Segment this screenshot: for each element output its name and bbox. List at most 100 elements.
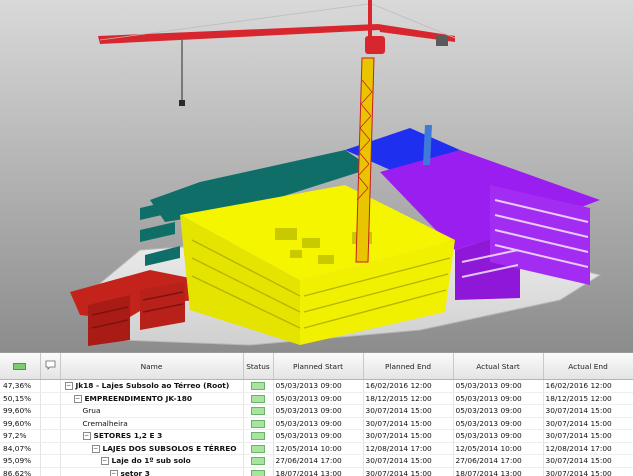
building-model-render	[0, 0, 633, 352]
actual-end-cell: 12/08/2014 17:00	[543, 442, 633, 455]
task-name-cell[interactable]: Cremalheira	[60, 417, 243, 430]
planned-start-cell: 05/03/2013 09:00	[273, 392, 363, 405]
actual-start-cell: 27/06/2014 17:00	[453, 455, 543, 468]
column-header-name[interactable]: Name	[60, 353, 243, 380]
status-indicator-icon	[251, 445, 265, 453]
task-name-cell[interactable]: −Laje do 1º sub solo	[60, 455, 243, 468]
collapse-toggle-icon[interactable]: −	[65, 382, 73, 390]
task-name: Grua	[83, 406, 101, 415]
table-row[interactable]: 99,60%Grua05/03/2013 09:0030/07/2014 15:…	[0, 405, 633, 418]
actual-end-cell: 16/02/2016 12:00	[543, 380, 633, 393]
status-indicator-icon	[251, 382, 265, 390]
planned-end-cell: 30/07/2014 15:00	[363, 417, 453, 430]
planned-start-cell: 27/06/2014 17:00	[273, 455, 363, 468]
status-cell	[243, 380, 273, 393]
table-row[interactable]: 97,2%−SETORES 1,2 E 305/03/2013 09:0030/…	[0, 430, 633, 443]
task-name-cell[interactable]: −Jk18 - Lajes Subsolo ao Térreo (Root)	[60, 380, 243, 393]
table-row[interactable]: 95,09% −Laje do 1º sub solo 27/06/2014 17:…	[0, 455, 633, 468]
actual-start-cell: 05/03/2013 09:00	[453, 392, 543, 405]
planned-end-cell: 12/08/2014 17:00	[363, 442, 453, 455]
comment-cell[interactable]	[40, 430, 60, 443]
task-name-cell[interactable]: Grua	[60, 405, 243, 418]
status-cell	[243, 405, 273, 418]
task-grid: Name Status Planned Start Planned End Ac…	[0, 353, 633, 476]
actual-start-cell: 05/03/2013 09:00	[453, 405, 543, 418]
grid-body: 47,36%−Jk18 - Lajes Subsolo ao Térreo (R…	[0, 380, 633, 476]
planned-start-cell: 05/03/2013 09:00	[273, 417, 363, 430]
progress-cell: 97,2%	[0, 430, 40, 443]
status-cell	[243, 417, 273, 430]
progress-cell: 47,36%	[0, 380, 40, 393]
comment-cell[interactable]	[40, 380, 60, 393]
table-row[interactable]: 50,15% −EMPREENDIMENTO JK-180 05/03/2013 0…	[0, 392, 633, 405]
task-name: LAJES DOS SUBSOLOS E TÉRREO	[103, 444, 237, 453]
actual-end-cell: 30/07/2014 15:00	[543, 430, 633, 443]
comment-icon	[45, 360, 56, 370]
status-indicator-icon	[251, 432, 265, 440]
table-row[interactable]: 47,36% −Jk18 - Lajes Subsolo ao Térreo (R…	[0, 380, 633, 393]
status-cell	[243, 455, 273, 468]
progress-cell: 95,09%	[0, 455, 40, 468]
task-name: SETORES 1,2 E 3	[94, 431, 163, 440]
status-cell	[243, 392, 273, 405]
collapse-toggle-icon[interactable]: −	[74, 395, 82, 403]
task-name: Jk18 - Lajes Subsolo ao Térreo (Root)	[76, 381, 230, 390]
actual-start-cell: 05/03/2013 09:00	[453, 380, 543, 393]
column-header-actual-start[interactable]: Actual Start	[453, 353, 543, 380]
planned-end-cell: 30/07/2014 15:00	[363, 430, 453, 443]
status-indicator-icon	[251, 407, 265, 415]
actual-start-cell: 12/05/2014 10:00	[453, 442, 543, 455]
actual-start-cell: 05/03/2013 09:00	[453, 430, 543, 443]
planned-start-cell: 12/05/2014 10:00	[273, 442, 363, 455]
table-row[interactable]: 99,60%Cremalheira05/03/2013 09:0030/07/2…	[0, 417, 633, 430]
status-indicator-icon	[251, 395, 265, 403]
status-cell	[243, 442, 273, 455]
progress-bar-icon	[13, 363, 26, 370]
column-header-actual-end[interactable]: Actual End	[543, 353, 633, 380]
status-indicator-icon	[251, 470, 265, 476]
planned-end-cell: 30/07/2014 15:00	[363, 455, 453, 468]
task-name: Cremalheira	[83, 419, 128, 428]
status-indicator-icon	[251, 457, 265, 465]
progress-cell: 84,07%	[0, 442, 40, 455]
actual-start-cell: 05/03/2013 09:00	[453, 417, 543, 430]
planned-start-cell: 05/03/2013 09:00	[273, 405, 363, 418]
progress-cell: 50,15%	[0, 392, 40, 405]
collapse-toggle-icon[interactable]: −	[92, 445, 100, 453]
collapse-toggle-icon[interactable]: −	[83, 432, 91, 440]
actual-end-cell: 30/07/2014 15:00	[543, 405, 633, 418]
collapse-toggle-icon[interactable]: −	[101, 457, 109, 465]
comment-cell[interactable]	[40, 442, 60, 455]
column-header-comments[interactable]	[40, 353, 60, 380]
table-row[interactable]: 84,07% −LAJES DOS SUBSOLOS E TÉRREO 12/05/…	[0, 442, 633, 455]
actual-end-cell: 30/07/2014 15:00	[543, 455, 633, 468]
comment-cell[interactable]	[40, 405, 60, 418]
comment-cell[interactable]	[40, 417, 60, 430]
collapse-toggle-icon[interactable]: −	[110, 470, 118, 476]
column-header-planned-end[interactable]: Planned End	[363, 353, 453, 380]
actual-end-cell: 30/07/2014 15:00	[543, 417, 633, 430]
progress-cell: 99,60%	[0, 417, 40, 430]
status-indicator-icon	[251, 420, 265, 428]
task-name-cell[interactable]: −LAJES DOS SUBSOLOS E TÉRREO	[60, 442, 243, 455]
task-grid-panel: Name Status Planned Start Planned End Ac…	[0, 352, 633, 476]
column-header-progress[interactable]	[0, 353, 40, 380]
grid-header-row: Name Status Planned Start Planned End Ac…	[0, 353, 633, 380]
comment-cell[interactable]	[40, 392, 60, 405]
task-name-cell[interactable]: −SETORES 1,2 E 3	[60, 430, 243, 443]
planned-end-cell: 30/07/2014 15:00	[363, 405, 453, 418]
column-header-planned-start[interactable]: Planned Start	[273, 353, 363, 380]
planned-end-cell: 16/02/2016 12:00	[363, 380, 453, 393]
progress-cell: 99,60%	[0, 405, 40, 418]
planned-end-cell: 18/12/2015 12:00	[363, 392, 453, 405]
planned-start-cell: 05/03/2013 09:00	[273, 430, 363, 443]
task-name: EMPREENDIMENTO JK-180	[85, 394, 193, 403]
planned-start-cell: 05/03/2013 09:00	[273, 380, 363, 393]
status-cell	[243, 430, 273, 443]
actual-end-cell: 18/12/2015 12:00	[543, 392, 633, 405]
bim-3d-viewport[interactable]	[0, 0, 633, 352]
task-name-cell[interactable]: −EMPREENDIMENTO JK-180	[60, 392, 243, 405]
column-header-status[interactable]: Status	[243, 353, 273, 380]
comment-cell[interactable]	[40, 455, 60, 468]
task-name: Laje do 1º sub solo	[112, 456, 191, 465]
